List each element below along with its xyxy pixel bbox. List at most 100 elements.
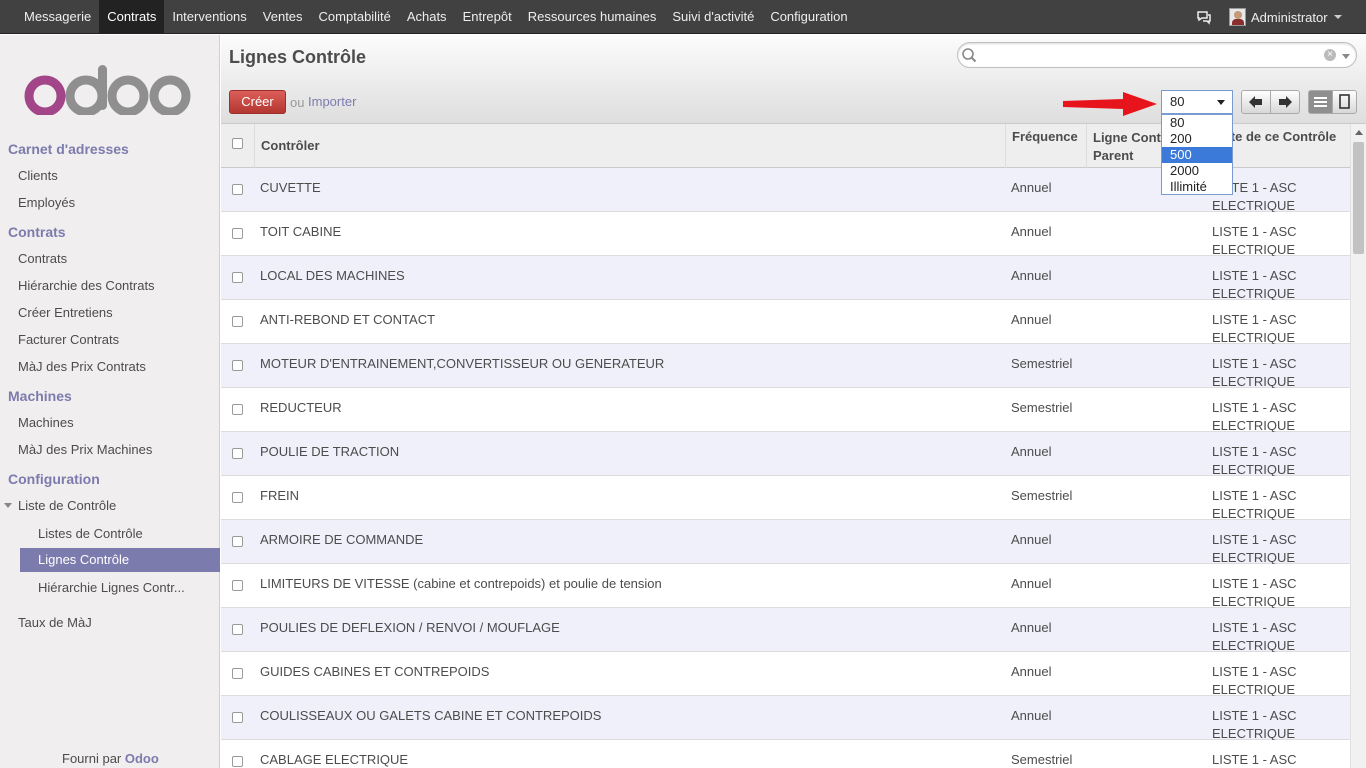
sidebar-item-listes-controle[interactable]: Listes de Contrôle — [38, 526, 143, 541]
table-row[interactable]: LIMITEURS DE VITESSE (cabine et contrepo… — [221, 564, 1350, 609]
sidebar-item-machines[interactable]: Machines — [18, 415, 74, 430]
table-row[interactable]: FREIN Semestriel LISTE 1 - ASC ELECTRIQUE — [221, 476, 1350, 521]
menu-item-entrep-t[interactable]: Entrepôt — [455, 0, 520, 34]
or-label: ou — [290, 95, 305, 110]
cell-liste: LISTE 1 - ASC ELECTRIQUE — [1212, 400, 1297, 433]
sidebar-item-creer-entretiens[interactable]: Créer Entretiens — [18, 305, 113, 320]
user-menu[interactable]: Administrator — [1229, 0, 1342, 34]
row-checkbox[interactable] — [232, 448, 243, 459]
sidebar-item-lignes-controle[interactable]: Lignes Contrôle — [20, 548, 220, 572]
previous-page-button[interactable] — [1241, 90, 1271, 114]
table-row[interactable]: COULISSEAUX OU GALETS CABINE ET CONTREPO… — [221, 696, 1350, 741]
sidebar-item-hierarchie-contrats[interactable]: Hiérarchie des Contrats — [18, 278, 155, 293]
menu-item-ressources-humaines[interactable]: Ressources humaines — [520, 0, 665, 34]
menu-item-messagerie[interactable]: Messagerie — [16, 0, 99, 34]
cell-controler: LIMITEURS DE VITESSE (cabine et contrepo… — [260, 576, 662, 591]
sidebar-item-taux-maj[interactable]: Taux de MàJ — [18, 615, 92, 630]
menu-item-interventions[interactable]: Interventions — [164, 0, 254, 34]
create-button[interactable]: Créer — [229, 90, 286, 114]
sidebar-item-maj-prix-contrats[interactable]: MàJ des Prix Contrats — [18, 359, 146, 374]
row-checkbox[interactable] — [232, 712, 243, 723]
limit-dropdown: 80 200 500 2000 Illimité — [1161, 114, 1233, 195]
sidebar-item-employes[interactable]: Employés — [18, 195, 75, 210]
table-row[interactable]: GUIDES CABINES ET CONTREPOIDS Annuel LISTE… — [221, 652, 1350, 697]
menu-item-ventes[interactable]: Ventes — [255, 0, 311, 34]
table-row[interactable]: ANTI-REBOND ET CONTACT Annuel LISTE 1 - AS… — [221, 300, 1350, 345]
select-all-checkbox[interactable] — [232, 138, 243, 149]
sidebar-item-clients[interactable]: Clients — [18, 168, 58, 183]
row-checkbox[interactable] — [232, 668, 243, 679]
caret-down-icon[interactable] — [4, 503, 12, 508]
limit-select[interactable]: 80 — [1161, 90, 1233, 114]
sidebar-item-contrats[interactable]: Contrats — [18, 251, 67, 266]
cell-controler: FREIN — [260, 488, 299, 503]
sidebar-section-carnet: Carnet d'adresses — [8, 141, 129, 157]
cell-frequence: Annuel — [1011, 620, 1052, 635]
cell-frequence: Annuel — [1011, 444, 1052, 459]
cell-controler: COULISSEAUX OU GALETS CABINE ET CONTREPO… — [260, 708, 602, 723]
annotation-arrow-icon — [1063, 92, 1157, 116]
odoo-logo[interactable] — [24, 65, 194, 115]
sidebar-item-maj-prix-machines[interactable]: MàJ des Prix Machines — [18, 442, 152, 457]
menu-item-achats[interactable]: Achats — [399, 0, 455, 34]
row-checkbox[interactable] — [232, 184, 243, 195]
table-row[interactable]: MOTEUR D'ENTRAINEMENT,CONVERTISSEUR OU G… — [221, 344, 1350, 389]
cell-controler: POULIE DE TRACTION — [260, 444, 400, 459]
row-checkbox[interactable] — [232, 756, 243, 767]
table-row[interactable]: POULIE DE TRACTION Annuel LISTE 1 - ASC EL… — [221, 432, 1350, 477]
row-checkbox[interactable] — [232, 492, 243, 503]
cell-liste: LISTE 1 - ASC ELECTRIQUE — [1212, 752, 1297, 767]
cell-liste: LISTE 1 - ASC ELECTRIQUE — [1212, 576, 1297, 609]
row-checkbox[interactable] — [232, 624, 243, 635]
top-menu: Messagerie Contrats Interventions Ventes Com… — [16, 0, 856, 34]
column-header-controler[interactable]: Contrôler — [255, 124, 1006, 168]
table-row[interactable]: TOIT CABINE Annuel LISTE 1 - ASC ELECTRIQU… — [221, 212, 1350, 257]
cell-controler: LOCAL DES MACHINES — [260, 268, 405, 283]
row-checkbox[interactable] — [232, 316, 243, 327]
row-checkbox[interactable] — [232, 272, 243, 283]
cell-frequence: Annuel — [1011, 224, 1052, 239]
table-row[interactable]: ARMOIRE DE COMMANDE Annuel LISTE 1 - ASC E… — [221, 520, 1350, 565]
column-header-frequence[interactable]: Fréquence — [1006, 124, 1087, 168]
table-row[interactable]: LOCAL DES MACHINES Annuel LISTE 1 - ASC EL… — [221, 256, 1350, 301]
cell-frequence: Annuel — [1011, 576, 1052, 591]
limit-option[interactable]: 2000 — [1162, 163, 1232, 179]
chat-icon[interactable] — [1196, 9, 1212, 25]
next-page-button[interactable] — [1270, 90, 1300, 114]
cell-frequence: Semestriel — [1011, 488, 1073, 503]
cell-frequence: Annuel — [1011, 268, 1052, 283]
chevron-down-icon[interactable] — [1342, 54, 1350, 59]
table-row[interactable]: REDUCTEUR Semestriel LISTE 1 - ASC ELECTRI… — [221, 388, 1350, 433]
row-checkbox[interactable] — [232, 404, 243, 415]
import-link[interactable]: Importer — [308, 94, 356, 109]
form-view-button[interactable] — [1332, 90, 1357, 114]
row-checkbox[interactable] — [232, 228, 243, 239]
sidebar-item-hierarchie-lignes[interactable]: Hiérarchie Lignes Contr... — [38, 580, 185, 595]
cell-frequence: Annuel — [1011, 664, 1052, 679]
limit-option[interactable]: 200 — [1162, 131, 1232, 147]
chevron-down-icon — [1217, 100, 1225, 105]
row-checkbox[interactable] — [232, 360, 243, 371]
scroll-thumb[interactable] — [1353, 142, 1364, 254]
menu-item-configuration[interactable]: Configuration — [762, 0, 855, 34]
close-icon[interactable]: × — [1324, 49, 1336, 61]
limit-option[interactable]: 80 — [1162, 115, 1232, 131]
sidebar-item-liste-controle[interactable]: Liste de Contrôle — [18, 498, 116, 513]
menu-item-comptabilit-[interactable]: Comptabilité — [311, 0, 399, 34]
sidebar-item-facturer-contrats[interactable]: Facturer Contrats — [18, 332, 119, 347]
scrollbar[interactable] — [1350, 124, 1366, 768]
list-view-button[interactable] — [1308, 90, 1333, 114]
menu-item-contrats[interactable]: Contrats — [99, 0, 165, 34]
row-checkbox[interactable] — [232, 536, 243, 547]
limit-option[interactable]: Illimité — [1162, 179, 1232, 195]
table-row[interactable]: POULIES DE DEFLEXION / RENVOI / MOUFLAGE… — [221, 608, 1350, 653]
limit-option[interactable]: 500 — [1162, 147, 1232, 163]
search-input[interactable]: × — [957, 42, 1357, 68]
row-checkbox[interactable] — [232, 580, 243, 591]
powered-brand-link[interactable]: Odoo — [125, 751, 159, 766]
list-icon — [1314, 97, 1327, 107]
cell-frequence: Semestriel — [1011, 752, 1073, 767]
menu-item-suivi-d-activit-[interactable]: Suivi d'activité — [664, 0, 762, 34]
table-row[interactable]: CABLAGE ELECTRIQUE Semestriel LISTE 1 - AS… — [221, 740, 1350, 768]
scroll-up-icon[interactable] — [1355, 130, 1363, 135]
